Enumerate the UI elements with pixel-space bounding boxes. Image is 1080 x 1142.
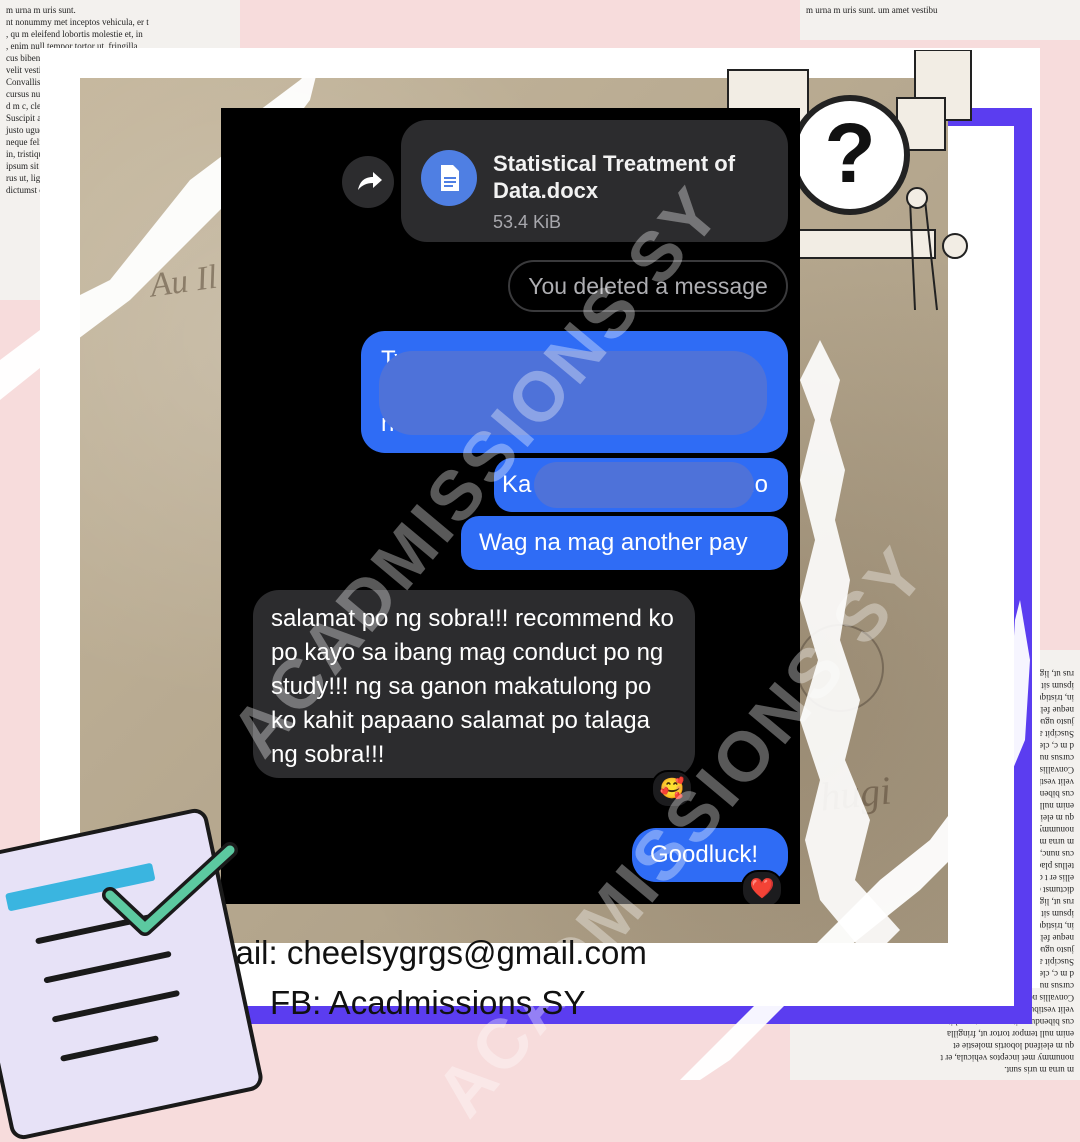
facebook-contact: FB: Acadmissions SY (270, 984, 586, 1021)
svg-text:?: ? (824, 106, 875, 200)
checklist-line (51, 989, 181, 1023)
reaction-heart[interactable]: ❤️ (741, 870, 783, 904)
file-size: 53.4 KiB (493, 212, 562, 232)
checklist-line (59, 1035, 160, 1062)
file-name: Statistical Treatment of Data.docx (493, 151, 736, 203)
share-arrow-icon (358, 172, 382, 190)
sent-message-redacted-2[interactable]: Ka no (494, 458, 788, 512)
checkmark-icon (102, 842, 238, 936)
sent-message-text: Wag na mag another pay (479, 529, 748, 556)
redaction-blur-2 (534, 462, 754, 508)
sent-message[interactable]: Wag na mag another pay (461, 516, 788, 570)
checklist-line (43, 950, 172, 984)
forward-button[interactable] (342, 156, 394, 208)
document-icon (421, 150, 477, 206)
email-contact: Email: cheelsygrgs@gmail.com (186, 934, 647, 971)
